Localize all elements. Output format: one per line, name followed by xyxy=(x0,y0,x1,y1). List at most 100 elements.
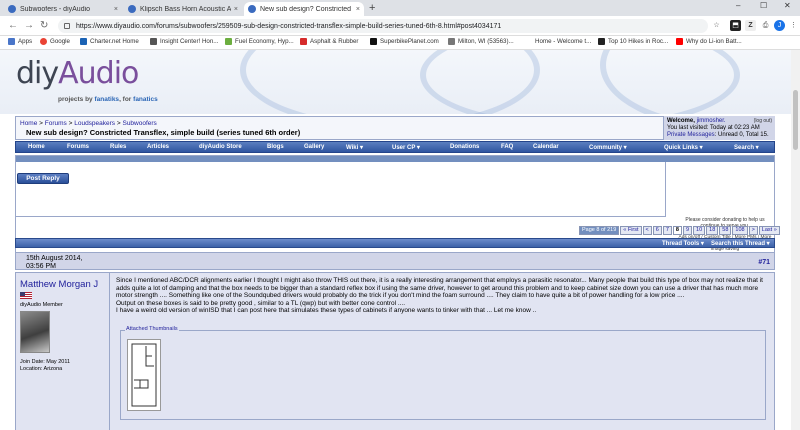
screenshot-icon[interactable]: ⎙ xyxy=(760,20,771,31)
menu-quick-links[interactable]: Quick Links ▾ xyxy=(664,144,703,151)
menu-donations[interactable]: Donations xyxy=(450,144,479,150)
bookmark-milton-weather[interactable]: Milton, WI (53563)... xyxy=(448,38,514,45)
page-link[interactable]: 10 xyxy=(693,226,706,235)
menu-gallery[interactable]: Gallery xyxy=(304,144,324,150)
page-first-link[interactable]: « First xyxy=(620,226,642,235)
bookmark-home-welcome[interactable]: Home - Welcome t... xyxy=(525,38,591,45)
close-tab-icon[interactable]: × xyxy=(356,6,360,13)
breadcrumb-sep: > xyxy=(116,120,121,127)
banner-wave-decoration xyxy=(600,50,791,114)
breadcrumb-home[interactable]: Home xyxy=(20,120,37,127)
breadcrumb: Home > Forums > Loudspeakers > Subwoofer… xyxy=(20,120,157,127)
tagline-word: fanatics xyxy=(133,96,158,103)
bookmark-fuel-economy[interactable]: Fuel Economy, Hyp... xyxy=(225,38,294,45)
page-link[interactable]: 108 xyxy=(732,226,748,235)
breadcrumb-loudspeakers[interactable]: Loudspeakers xyxy=(74,120,115,127)
bookmark-label: Milton, WI (53563)... xyxy=(458,38,514,45)
url-bar[interactable]: https://www.diyaudio.com/forums/subwoofe… xyxy=(58,19,708,33)
menu-faq[interactable]: FAQ xyxy=(501,144,513,150)
private-messages-link[interactable]: Private Messages xyxy=(667,132,715,138)
bookmark-star-icon[interactable]: ☆ xyxy=(711,20,722,31)
search-this-thread-menu[interactable]: Search this Thread ▾ xyxy=(711,240,770,247)
menu-forums[interactable]: Forums xyxy=(67,144,89,150)
username-link[interactable]: jimmosher. xyxy=(697,118,726,124)
page-last-link[interactable]: Last » xyxy=(758,226,780,235)
diyaudio-logo[interactable]: diyAudio xyxy=(16,56,139,91)
menu-rules[interactable]: Rules xyxy=(110,144,126,150)
page-prev-link[interactable]: < xyxy=(642,226,652,235)
page-link[interactable]: 58 xyxy=(719,226,732,235)
bookmark-top-10-hikes[interactable]: Top 10 Hikes in Roc... xyxy=(598,38,668,45)
page-link[interactable]: 9 xyxy=(682,226,693,235)
bookmark-li-ion[interactable]: Why do Li-ion Batt... xyxy=(676,38,742,45)
menu-community[interactable]: Community ▾ xyxy=(589,144,627,151)
google-icon xyxy=(40,38,47,45)
page-link[interactable]: 18 xyxy=(706,226,719,235)
apps-grid-icon xyxy=(8,38,15,45)
menu-search[interactable]: Search ▾ xyxy=(734,144,759,151)
zotero-icon[interactable]: Z xyxy=(745,20,756,31)
menu-blogs[interactable]: Blogs xyxy=(267,144,284,150)
back-icon[interactable]: ← xyxy=(8,20,18,31)
menu-home[interactable]: Home xyxy=(28,144,45,150)
post-number-link[interactable]: #71 xyxy=(758,259,770,266)
thread-tools-menu[interactable]: Thread Tools ▾ xyxy=(662,240,704,247)
maximize-icon[interactable]: ☐ xyxy=(760,1,767,10)
menu-articles[interactable]: Articles xyxy=(147,144,169,150)
breadcrumb-sep: > xyxy=(39,120,43,127)
profile-avatar[interactable]: J xyxy=(774,20,785,31)
youtube-icon xyxy=(676,38,683,45)
logout-link[interactable]: (log out) xyxy=(754,118,772,125)
page-scrollbar[interactable] xyxy=(791,50,800,430)
browser-tab-new-sub-design[interactable]: New sub design? Constricted Tra... × xyxy=(244,2,364,16)
post-content: Since I mentioned ABC/DCR alignments ear… xyxy=(116,277,771,315)
bookmark-insight[interactable]: Insight Center! Hon... xyxy=(150,38,218,45)
hikes-icon xyxy=(598,38,605,45)
post-author-sidebar: Matthew Morgan J diyAudio Member Join Da… xyxy=(16,273,110,430)
post-reply-button[interactable]: Post Reply xyxy=(17,173,69,184)
menu-kebab-icon[interactable]: ⋮ xyxy=(788,20,799,31)
bookmark-label: Apps xyxy=(18,38,33,45)
bookmark-asphalt[interactable]: Asphalt & Rubber xyxy=(300,38,359,45)
browser-tab-klipsch[interactable]: Klipsch Bass Horn Acoustic Anal... × xyxy=(124,2,242,16)
new-tab-button[interactable]: + xyxy=(369,2,375,14)
bookmark-google[interactable]: Google xyxy=(40,38,70,45)
menu-user-cp[interactable]: User CP ▾ xyxy=(392,144,420,151)
welcome-label: Welcome, xyxy=(667,118,697,124)
menu-diyaudio-store[interactable]: diyAudio Store xyxy=(199,144,242,150)
close-tab-icon[interactable]: × xyxy=(234,6,238,13)
bookmark-label: Top 10 Hikes in Roc... xyxy=(608,38,669,45)
extension-icon[interactable]: ⬒ xyxy=(730,20,741,31)
join-date: Join Date: May 2011 xyxy=(20,359,71,365)
author-avatar[interactable] xyxy=(20,311,50,353)
page-link[interactable]: 6 xyxy=(652,226,662,235)
diyaudio-favicon-icon xyxy=(8,5,16,13)
bookmark-label: Why do Li-ion Batt... xyxy=(686,38,742,45)
minimize-icon[interactable]: – xyxy=(736,1,740,10)
bookmark-superbikeplanet[interactable]: SuperbikePlanet.com xyxy=(370,38,439,45)
address-bar-row: ← → ↻ https://www.diyaudio.com/forums/su… xyxy=(0,16,800,36)
bookmark-label: SuperbikePlanet.com xyxy=(380,38,439,45)
bookmark-charter[interactable]: Charter.net Home xyxy=(80,38,139,45)
close-tab-icon[interactable]: × xyxy=(114,6,118,13)
tagline-word: fanatiks xyxy=(94,96,120,103)
url-text: https://www.diyaudio.com/forums/subwoofe… xyxy=(76,22,502,30)
menu-calendar[interactable]: Calendar xyxy=(533,144,559,150)
breadcrumb-subwoofers[interactable]: Subwoofers xyxy=(122,120,156,127)
menu-wiki[interactable]: Wiki ▾ xyxy=(346,144,363,151)
breadcrumb-forums[interactable]: Forums xyxy=(45,120,67,127)
window-close-icon[interactable]: ✕ xyxy=(784,1,791,10)
forward-icon[interactable]: → xyxy=(24,20,34,31)
post-paragraph: Output on these boxes is said to be pret… xyxy=(116,299,406,307)
scrollbar-thumb[interactable] xyxy=(793,90,798,150)
author-username-link[interactable]: Matthew Morgan J xyxy=(20,279,108,301)
reload-icon[interactable]: ↻ xyxy=(40,20,48,31)
attachment-thumbnail[interactable] xyxy=(127,339,161,411)
post-paragraph: I have a weird old version of winISD tha… xyxy=(116,307,537,315)
browser-tab-subwoofers[interactable]: Subwoofers - diyAudio × xyxy=(4,2,122,16)
page-next-link[interactable]: > xyxy=(748,226,758,235)
page-link[interactable]: 7 xyxy=(662,226,672,235)
bookmark-apps[interactable]: Apps xyxy=(8,38,32,45)
tab-title: New sub design? Constricted Tra... xyxy=(260,5,353,13)
post-date: 15th August 2014, 03:56 PM xyxy=(26,255,82,271)
